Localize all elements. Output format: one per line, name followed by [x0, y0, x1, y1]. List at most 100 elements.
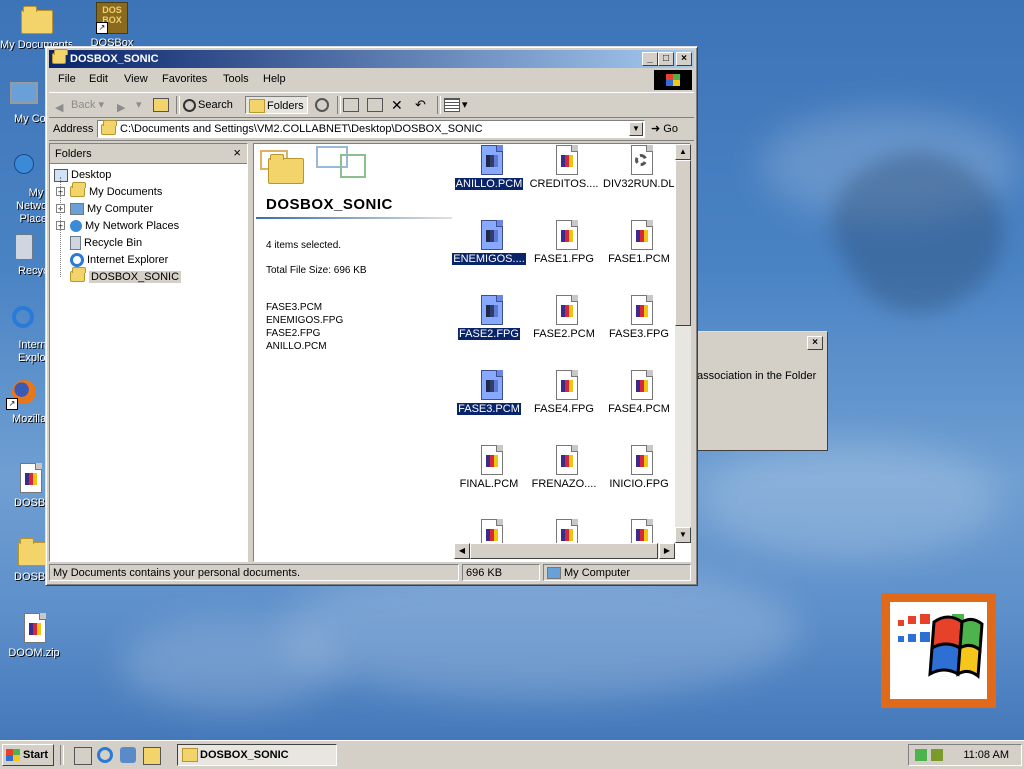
start-button[interactable]: Start: [2, 744, 54, 766]
scroll-left-button[interactable]: ◀: [454, 543, 470, 559]
info-selected-file: ENEMIGOS.FPG: [266, 315, 344, 326]
dialog-text: association in the Folder: [697, 370, 817, 382]
address-dropdown-button[interactable]: ▼: [629, 122, 643, 136]
move-to-icon: [343, 98, 359, 113]
up-folder-button[interactable]: [153, 96, 171, 114]
go-button[interactable]: ➜ Go: [651, 120, 678, 138]
firefox-icon: ↗: [6, 378, 38, 410]
media-file-icon: [475, 294, 503, 325]
media-file-icon: [625, 369, 653, 400]
folders-pane-header: Folders ×: [50, 144, 247, 164]
tray-app-icon[interactable]: [931, 749, 943, 761]
dosbox-icon: DOS BOX ↗: [96, 2, 128, 34]
system-tray: 11:08 AM: [908, 744, 1022, 766]
menu-help[interactable]: Help: [263, 73, 286, 85]
folder-icon: [6, 536, 50, 568]
forward-button[interactable]: ▶ ▾: [117, 96, 142, 114]
search-button[interactable]: Search: [183, 96, 233, 114]
dialog-close-button[interactable]: ×: [807, 336, 823, 350]
open-folder-icon: [70, 267, 86, 284]
copy-to-button[interactable]: [367, 96, 385, 114]
tree-item-internet-explorer[interactable]: Internet Explorer: [70, 252, 168, 268]
desktop-icon-my-documents[interactable]: My Documents: [0, 4, 72, 51]
file-name: CREDITOS....: [529, 178, 599, 190]
tree-item-my-network-places[interactable]: My Network Places: [70, 218, 179, 234]
show-desktop-icon[interactable]: [74, 747, 92, 765]
menu-tools[interactable]: Tools: [223, 73, 249, 85]
menu-view[interactable]: View: [124, 73, 148, 85]
history-button[interactable]: [315, 96, 331, 114]
media-file-icon: [475, 144, 503, 175]
file-item[interactable]: FASE2.PCM: [527, 294, 601, 343]
menu-edit[interactable]: Edit: [89, 73, 108, 85]
tree-item-my-documents[interactable]: My Documents: [70, 182, 162, 200]
up-folder-icon: [153, 98, 169, 113]
file-name: FASE2.PCM: [533, 328, 595, 340]
computer-icon: [6, 78, 38, 110]
folders-pane-close-button[interactable]: ×: [233, 145, 241, 160]
scroll-right-button[interactable]: ▶: [659, 543, 675, 559]
file-item[interactable]: FASE4.FPG: [527, 369, 601, 418]
file-item[interactable]: CREDITOS....: [527, 144, 601, 193]
file-item[interactable]: FASE4.PCM: [602, 369, 676, 418]
window-title: DOSBOX_SONIC: [70, 53, 159, 65]
file-item[interactable]: FASE2.FPG: [452, 294, 526, 343]
vertical-scrollbar[interactable]: ▲ ▼: [675, 144, 691, 543]
explorer-icon[interactable]: [143, 747, 161, 765]
file-item[interactable]: FINAL.PCM: [452, 444, 526, 493]
tree-item-desktop[interactable]: Desktop: [54, 167, 111, 183]
menu-bar: File Edit View Favorites Tools Help: [49, 70, 694, 90]
network-icon: [6, 152, 38, 184]
undo-button[interactable]: ↶: [415, 96, 426, 114]
file-item[interactable]: FASE1.FPG: [527, 219, 601, 268]
horizontal-scroll-thumb[interactable]: [470, 543, 658, 559]
media-file-icon: [625, 219, 653, 250]
tree-item-recycle-bin[interactable]: Recycle Bin: [70, 235, 142, 251]
scroll-down-button[interactable]: ▼: [675, 527, 691, 543]
internet-explorer-icon[interactable]: [97, 747, 113, 763]
go-arrow-icon: ➜: [651, 123, 661, 135]
folders-button[interactable]: Folders: [245, 96, 308, 114]
desktop-icon-dosbox[interactable]: DOS BOX ↗ DOSBox: [76, 2, 148, 49]
back-button[interactable]: ◀ Back ▾: [55, 96, 104, 114]
delete-x-icon: ✕: [391, 97, 403, 113]
file-item[interactable]: FASE1.PCM: [602, 219, 676, 268]
network-tray-icon[interactable]: [915, 749, 927, 761]
tree-item-dosbox-sonic[interactable]: DOSBOX_SONIC: [70, 267, 182, 285]
dll-file-icon: [625, 144, 653, 175]
file-item[interactable]: FASE3.FPG: [602, 294, 676, 343]
file-item[interactable]: ANILLO.PCM: [452, 144, 526, 193]
windows-throbber-icon: [654, 70, 692, 90]
views-button[interactable]: ▾: [444, 96, 468, 114]
desktop-icon-doom-zip[interactable]: DOOM.zip: [0, 612, 70, 659]
tree-item-my-computer[interactable]: My Computer: [70, 201, 153, 217]
recycle-bin-icon: [70, 236, 81, 251]
file-name: FASE3.PCM: [456, 402, 522, 416]
window-titlebar[interactable]: DOSBOX_SONIC _ □ ×: [49, 49, 694, 68]
move-to-button[interactable]: [343, 96, 361, 114]
file-item[interactable]: FASE3.PCM: [452, 369, 526, 418]
menu-favorites[interactable]: Favorites: [162, 73, 207, 85]
menu-file[interactable]: File: [58, 73, 76, 85]
file-item[interactable]: ENEMIGOS....: [451, 219, 527, 268]
horizontal-scrollbar[interactable]: ◀ ▶: [454, 543, 675, 559]
taskbar: Start DOSBOX_SONIC 11:08 AM: [0, 740, 1024, 769]
vertical-scroll-thumb[interactable]: [675, 160, 691, 326]
close-button[interactable]: ×: [676, 52, 692, 66]
address-label: Address: [53, 123, 94, 135]
maximize-button[interactable]: □: [658, 52, 674, 66]
file-item[interactable]: FRENAZO....: [527, 444, 601, 493]
forward-arrow-icon: ▶: [117, 102, 126, 115]
file-item[interactable]: DIV32RUN.DLL: [602, 144, 676, 193]
address-input[interactable]: C:\Documents and Settings\VM2.COLLABNET\…: [97, 120, 645, 138]
status-bar: My Documents contains your personal docu…: [49, 563, 694, 582]
file-item[interactable]: INICIO.FPG: [602, 444, 676, 493]
minimize-button[interactable]: _: [642, 52, 658, 66]
file-name: FASE1.FPG: [534, 253, 594, 265]
outlook-express-icon[interactable]: [120, 747, 136, 763]
delete-button[interactable]: ✕: [391, 96, 403, 114]
standard-toolbar: ◀ Back ▾ ▶ ▾ Search Folders ✕ ↶ ▾: [49, 92, 694, 118]
taskbar-item-dosbox-sonic[interactable]: DOSBOX_SONIC: [177, 744, 337, 766]
scroll-up-button[interactable]: ▲: [675, 144, 691, 160]
folders-pane: Folders × Desktop + My Documents + My Co…: [49, 143, 248, 562]
